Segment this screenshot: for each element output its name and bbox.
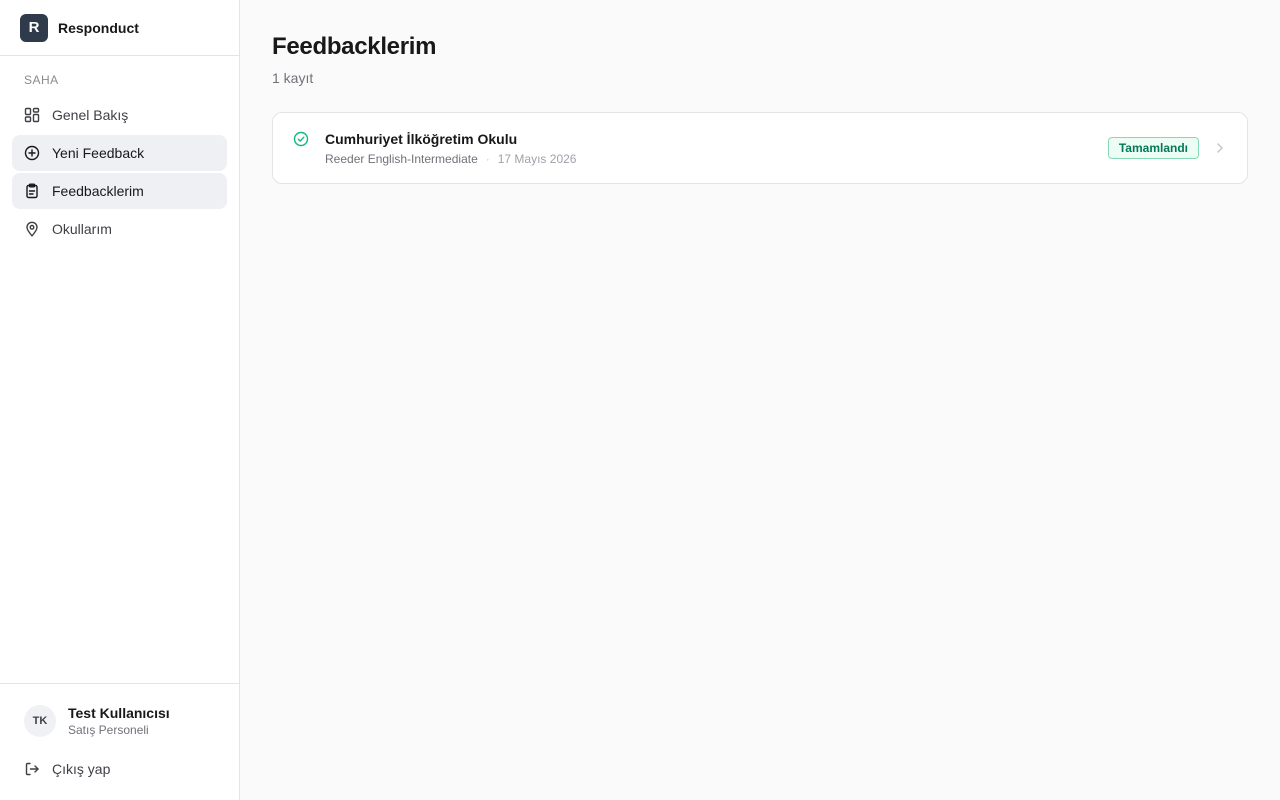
feedback-meta: Reeder English-Intermediate · 17 Mayıs 2… [325, 152, 576, 166]
sidebar-nav: Genel Bakış Yeni Feedback Feedbacklerim [12, 97, 227, 249]
logout-button[interactable]: Çıkış yap [24, 761, 110, 777]
brand-logo: R [20, 13, 48, 42]
brand-name: Responduct [58, 19, 139, 36]
brand[interactable]: R Responduct [0, 0, 239, 56]
page-title: Feedbacklerim [272, 33, 437, 60]
meta-separator: · [485, 152, 490, 166]
main-content: Feedbacklerim 1 kayıt Cumhuriyet İlköğre… [240, 0, 1280, 800]
check-circle-icon [293, 131, 309, 147]
plus-circle-icon [24, 145, 40, 161]
logout-icon [25, 762, 39, 776]
sidebar-item-feedbacklerim[interactable]: Feedbacklerim [12, 173, 227, 209]
sidebar-item-label: Feedbacklerim [52, 183, 144, 199]
user-name: Test Kullanıcısı [68, 705, 170, 721]
feedback-card[interactable]: Cumhuriyet İlköğretim Okulu Reeder Engli… [272, 112, 1248, 184]
sidebar-item-label: Yeni Feedback [52, 145, 145, 161]
chevron-right-icon [1217, 143, 1223, 153]
user-role: Satış Personeli [68, 723, 149, 737]
map-pin-icon [26, 221, 38, 237]
sidebar-section-label: SAHA [24, 73, 59, 87]
sidebar-item-okullarim[interactable]: Okullarım [12, 211, 227, 247]
sidebar-item-yeni-feedback[interactable]: Yeni Feedback [12, 135, 227, 171]
feedback-date: 17 Mayıs 2026 [497, 152, 577, 166]
sidebar-item-genel-bakis[interactable]: Genel Bakış [12, 97, 227, 133]
sidebar: R Responduct SAHA Genel Bakış Yeni Feedb… [0, 0, 240, 800]
clipboard-icon [26, 183, 38, 199]
user-profile: TK Test Kullanıcısı Satış Personeli [24, 704, 170, 738]
sidebar-item-label: Okullarım [52, 221, 112, 237]
logout-label: Çıkış yap [52, 761, 111, 777]
feedback-product: Reeder English-Intermediate [325, 152, 478, 166]
avatar: TK [24, 705, 56, 737]
sidebar-item-label: Genel Bakış [52, 107, 129, 123]
feedback-school-name: Cumhuriyet İlköğretim Okulu [325, 131, 518, 147]
status-badge: Tamamlandı [1107, 137, 1199, 159]
sidebar-footer: TK Test Kullanıcısı Satış Personeli Çıkı… [0, 683, 239, 800]
record-count: 1 kayıt [272, 70, 314, 86]
dashboard-grid-icon [24, 107, 40, 123]
